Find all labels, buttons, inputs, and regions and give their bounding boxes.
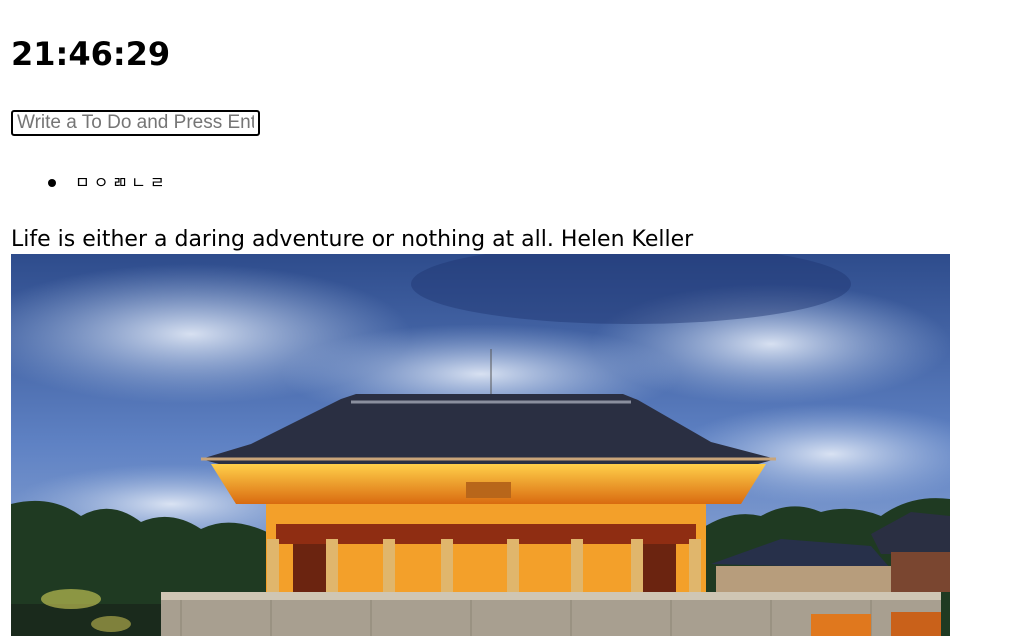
todo-input[interactable] (11, 110, 260, 136)
quote-text: Life is either a daring adventure or not… (11, 227, 694, 252)
todo-item-text: ㅁㅇㄻㄴㄹ (75, 173, 169, 192)
todo-form (11, 110, 260, 136)
bullet-icon (48, 179, 56, 187)
todo-list: ㅁㅇㄻㄴㄹ (48, 172, 169, 194)
list-item[interactable]: ㅁㅇㄻㄴㄹ (48, 172, 169, 194)
palace-photo (11, 254, 950, 636)
clock-time: 21:46:29 (11, 35, 171, 73)
